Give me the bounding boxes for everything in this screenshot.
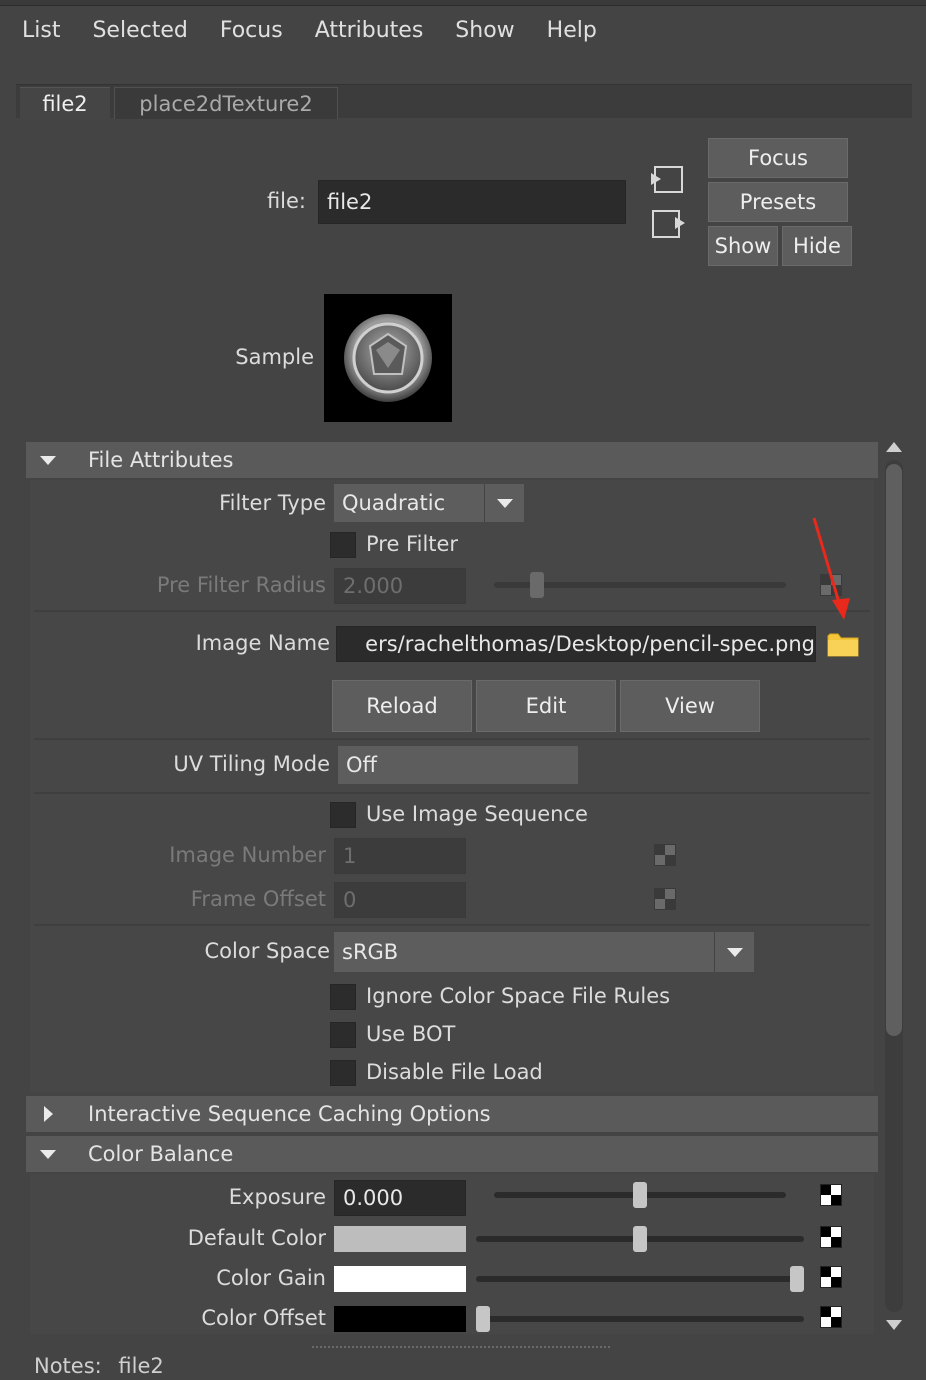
vertical-scrollbar[interactable] [882, 440, 906, 1332]
uv-tiling-mode-value: Off [346, 753, 377, 777]
tab-file2[interactable]: file2 [20, 87, 110, 119]
uv-tiling-mode-label: UV Tiling Mode [173, 752, 330, 776]
input-connection-icon[interactable] [648, 164, 684, 196]
exposure-slider-handle[interactable] [633, 1182, 647, 1208]
collapse-arrow-icon [40, 1136, 56, 1172]
pre-filter-checkbox[interactable] [330, 532, 356, 558]
menu-show[interactable]: Show [455, 18, 514, 43]
sample-label: Sample [235, 345, 314, 369]
color-gain-slider[interactable] [476, 1276, 804, 1282]
output-connection-icon[interactable] [650, 208, 688, 240]
menu-list[interactable]: List [22, 18, 60, 43]
chevron-down-icon [714, 932, 754, 972]
color-offset-slider[interactable] [476, 1316, 804, 1322]
color-gain-slider-handle[interactable] [790, 1266, 804, 1292]
color-space-dropdown[interactable]: sRGB [334, 932, 754, 972]
color-space-label: Color Space [204, 939, 331, 963]
sample-preview-icon [344, 314, 432, 402]
filter-type-value: Quadratic [342, 491, 446, 515]
filter-type-dropdown[interactable]: Quadratic [334, 484, 524, 522]
divider [34, 738, 870, 740]
use-bot-label: Use BOT [366, 1022, 456, 1046]
pre-filter-radius-label: Pre Filter Radius [156, 573, 326, 597]
map-button-icon[interactable] [654, 888, 676, 910]
tab-place2dtexture2[interactable]: place2dTexture2 [114, 87, 338, 119]
map-button-icon[interactable] [820, 1266, 842, 1288]
exposure-field[interactable]: 0.000 [334, 1180, 466, 1216]
color-gain-label: Color Gain [216, 1266, 326, 1290]
collapse-arrow-icon [40, 442, 56, 478]
divider [34, 610, 870, 612]
sample-swatch [324, 294, 452, 422]
presets-button[interactable]: Presets [708, 182, 848, 222]
node-tab-bar: file2 place2dTexture2 [16, 84, 912, 119]
view-button[interactable]: View [620, 680, 760, 732]
menu-focus[interactable]: Focus [220, 18, 283, 43]
default-color-slider-handle[interactable] [633, 1226, 647, 1252]
notes-label: Notes: [34, 1354, 102, 1378]
color-offset-swatch[interactable] [334, 1306, 466, 1332]
expand-arrow-icon [40, 1096, 53, 1132]
menu-selected[interactable]: Selected [92, 18, 187, 43]
menu-bar: List Selected Focus Attributes Show Help [0, 6, 926, 54]
map-button-icon[interactable] [820, 1184, 842, 1206]
image-number-field[interactable]: 1 [334, 838, 466, 874]
use-image-sequence-label: Use Image Sequence [366, 802, 588, 826]
disable-file-load-checkbox[interactable] [330, 1060, 356, 1086]
pre-filter-radius-field[interactable]: 2.000 [334, 568, 466, 604]
image-name-field[interactable]: ers/rachelthomas/Desktop/pencil-spec.png [336, 626, 816, 662]
show-button[interactable]: Show [708, 226, 778, 266]
reload-button[interactable]: Reload [332, 680, 472, 732]
disable-file-load-label: Disable File Load [366, 1060, 543, 1084]
image-name-value: ers/rachelthomas/Desktop/pencil-spec.png [365, 632, 815, 656]
section-interactive-sequence-caching[interactable]: Interactive Sequence Caching Options [26, 1096, 878, 1132]
filter-type-label: Filter Type [219, 491, 326, 515]
section-title: Interactive Sequence Caching Options [88, 1102, 491, 1126]
pre-filter-label: Pre Filter [366, 532, 459, 556]
section-file-attributes[interactable]: File Attributes [26, 442, 878, 478]
menu-attributes[interactable]: Attributes [315, 18, 424, 43]
focus-button[interactable]: Focus [708, 138, 848, 178]
frame-offset-label: Frame Offset [190, 887, 326, 911]
menu-help[interactable]: Help [547, 18, 597, 43]
frame-offset-field[interactable]: 0 [334, 882, 466, 918]
notes-value[interactable]: file2 [118, 1354, 163, 1378]
hide-button[interactable]: Hide [782, 226, 852, 266]
map-button-icon[interactable] [820, 1306, 842, 1328]
annotation-arrow-icon [806, 514, 856, 624]
map-button-icon[interactable] [820, 1226, 842, 1248]
color-offset-label: Color Offset [201, 1306, 326, 1330]
image-name-label: Image Name [195, 631, 330, 655]
color-offset-slider-handle[interactable] [476, 1306, 490, 1332]
section-title: File Attributes [88, 448, 234, 472]
use-image-sequence-checkbox[interactable] [330, 802, 356, 828]
divider [34, 924, 870, 926]
node-name-field[interactable]: file2 [318, 180, 626, 224]
color-space-value: sRGB [342, 940, 399, 964]
image-number-label: Image Number [169, 843, 326, 867]
folder-icon[interactable] [826, 628, 860, 660]
uv-tiling-mode-dropdown[interactable]: Off [338, 746, 578, 784]
pre-filter-radius-slider-handle[interactable] [530, 572, 545, 598]
chevron-down-icon [484, 484, 524, 522]
edit-button[interactable]: Edit [476, 680, 616, 732]
notes-row: Notes: file2 [34, 1354, 164, 1378]
ignore-color-space-rules-checkbox[interactable] [330, 984, 356, 1010]
color-gain-swatch[interactable] [334, 1266, 466, 1292]
section-title: Color Balance [88, 1142, 234, 1166]
map-button-icon[interactable] [654, 844, 676, 866]
exposure-label: Exposure [228, 1185, 326, 1209]
ignore-color-space-rules-label: Ignore Color Space File Rules [366, 984, 671, 1008]
node-name-label: file: [266, 189, 306, 213]
use-bot-checkbox[interactable] [330, 1022, 356, 1048]
default-color-swatch[interactable] [334, 1226, 466, 1252]
resize-handle[interactable] [312, 1346, 610, 1348]
section-color-balance[interactable]: Color Balance [26, 1136, 878, 1172]
divider [34, 792, 870, 794]
default-color-label: Default Color [187, 1226, 326, 1250]
